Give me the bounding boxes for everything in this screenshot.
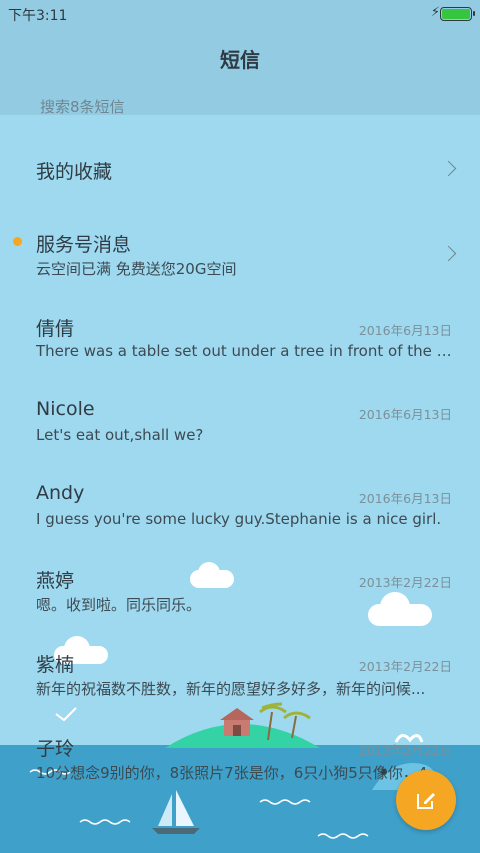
- battery-icon: [440, 7, 475, 21]
- favorites-label: 我的收藏: [36, 161, 113, 183]
- list-item-service[interactable]: 服务号消息 云空间已满 免费送您20G空间: [0, 214, 480, 298]
- contact-name: 燕婷: [36, 570, 75, 592]
- service-preview: 云空间已满 免费送您20G空间: [36, 260, 237, 278]
- chevron-right-icon: [440, 160, 457, 177]
- message-date: 2013年2月22日: [358, 575, 452, 590]
- list-item[interactable]: 燕婷 2013年2月22日 嗯。收到啦。同乐同乐。: [0, 550, 480, 634]
- contact-name: 紫楠: [36, 654, 75, 676]
- page-title: 短信: [220, 48, 260, 72]
- status-bar: 下午3:11 ⚡: [0, 0, 480, 28]
- status-time: 下午3:11: [8, 8, 68, 24]
- message-preview: 10分想念9别的你，8张照片7张是你，6只小狗5只像你，4...: [36, 764, 442, 782]
- list-item[interactable]: 紫楠 2013年2月22日 新年的祝福数不胜数，新年的愿望好多好多，新年的问候.…: [0, 634, 480, 718]
- search-input[interactable]: 搜索8条短信: [40, 96, 125, 117]
- message-preview: I guess you're some lucky guy.Stephanie …: [36, 510, 442, 528]
- contact-name: Andy: [36, 482, 85, 504]
- list-item[interactable]: Andy 2016年6月13日 I guess you're some luck…: [0, 466, 480, 550]
- message-preview: Let's eat out,shall we?: [36, 426, 204, 444]
- contact-name: 子玲: [36, 738, 75, 760]
- list-item[interactable]: Nicole 2016年6月13日 Let's eat out,shall we…: [0, 382, 480, 466]
- compose-button[interactable]: [396, 770, 456, 830]
- unread-dot: [13, 237, 22, 246]
- service-label: 服务号消息: [36, 234, 132, 256]
- contact-name: Nicole: [36, 398, 95, 420]
- message-date: 2016年6月13日: [358, 491, 452, 506]
- message-date: 2013年2月22日: [358, 743, 452, 758]
- message-date: 2013年2月22日: [358, 659, 452, 674]
- message-date: 2016年6月13日: [358, 407, 452, 422]
- message-preview: 新年的祝福数不胜数，新年的愿望好多好多，新年的问候...: [36, 680, 426, 698]
- message-preview: 嗯。收到啦。同乐同乐。: [36, 596, 202, 614]
- list-item-favorites[interactable]: 我的收藏: [0, 130, 480, 214]
- message-date: 2016年6月13日: [358, 323, 452, 338]
- contact-name: 倩倩: [36, 318, 75, 340]
- compose-icon: [417, 793, 435, 809]
- message-preview: There was a table set out under a tree i…: [36, 342, 456, 360]
- charging-icon: ⚡: [430, 5, 440, 20]
- list-item[interactable]: 倩倩 2016年6月13日 There was a table set out …: [0, 298, 480, 382]
- sms-screen: 下午3:11 ⚡ 短信 搜索8条短信 我的收藏 服务号消息 云空间已满 免费送您…: [0, 0, 480, 853]
